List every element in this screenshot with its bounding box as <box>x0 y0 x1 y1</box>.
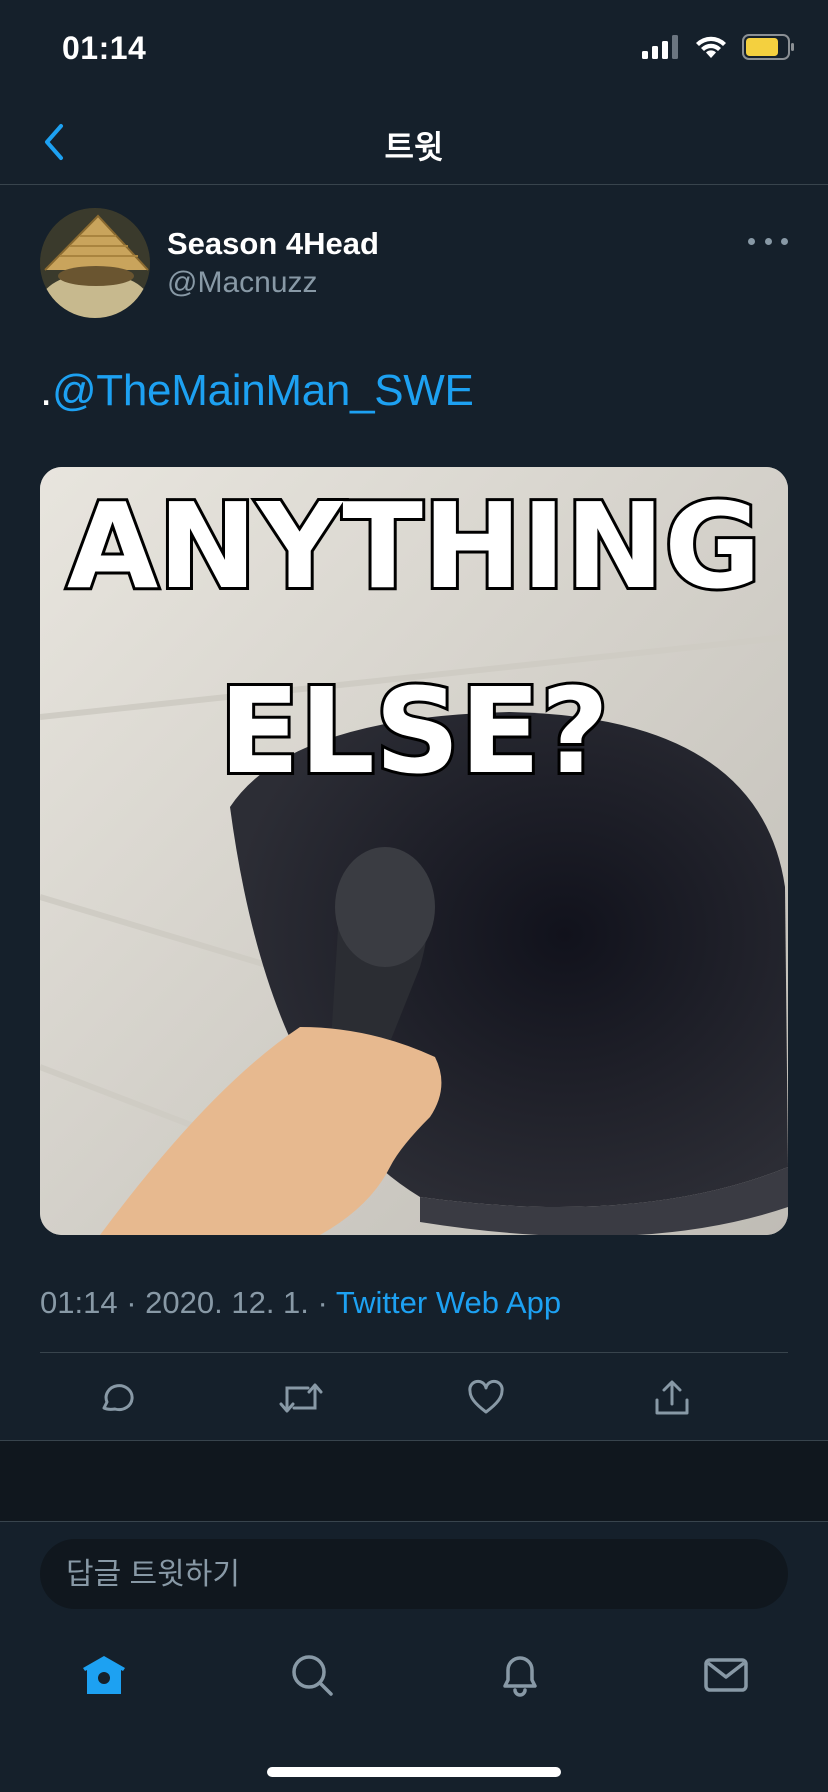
reply-box <box>40 1539 788 1611</box>
page-title: 트윗 <box>384 129 444 165</box>
avatar-image <box>40 208 150 318</box>
author-name[interactable]: Season 4Head <box>167 226 379 262</box>
like-button[interactable] <box>460 1372 512 1424</box>
share-button[interactable] <box>646 1372 698 1424</box>
tweet-actions <box>40 1372 788 1424</box>
wifi-icon <box>696 36 726 58</box>
heart-icon <box>468 1379 504 1414</box>
home-icon <box>83 1656 125 1694</box>
author-handle[interactable]: @Macnuzz <box>167 266 318 300</box>
tweet-date: 2020. 12. 1. <box>145 1285 309 1320</box>
meme-image: ANYTHING ELSE? <box>40 467 788 1235</box>
mention-link[interactable]: @TheMainMan_SWE <box>52 366 474 415</box>
avatar[interactable] <box>40 208 150 318</box>
more-dot-icon <box>764 237 772 245</box>
tab-home[interactable] <box>74 1640 134 1710</box>
meme-line-1: ANYTHING <box>67 477 761 615</box>
divider <box>0 1521 828 1522</box>
status-time: 01:14 <box>62 30 147 66</box>
home-indicator <box>267 1767 561 1777</box>
tweet-text-prefix: . <box>40 366 52 415</box>
more-options-button[interactable] <box>748 226 788 256</box>
share-icon <box>655 1380 689 1415</box>
nav-bar: 트윗 <box>0 100 828 185</box>
tweet-meta: 01:14 · 2020. 12. 1. · Twitter Web App <box>40 1285 561 1321</box>
reply-icon <box>102 1384 134 1412</box>
mail-icon <box>704 1658 748 1692</box>
meme-line-2: ELSE? <box>219 662 609 800</box>
tab-search[interactable] <box>282 1640 342 1710</box>
tab-messages[interactable] <box>696 1640 756 1710</box>
cellular-signal-icon <box>642 35 678 59</box>
status-bar: 01:14 <box>0 0 828 100</box>
tweet-time: 01:14 <box>40 1285 118 1320</box>
retweet-icon <box>279 1383 323 1413</box>
meta-separator: · <box>126 1285 137 1320</box>
divider <box>40 1352 788 1353</box>
retweet-button[interactable] <box>275 1372 327 1424</box>
more-dot-icon <box>781 237 788 245</box>
bell-icon <box>503 1656 537 1697</box>
tab-bar <box>0 1640 828 1710</box>
tweet-media[interactable]: ANYTHING ELSE? <box>40 467 788 1235</box>
battery-icon <box>742 34 794 60</box>
search-icon <box>292 1655 333 1696</box>
section-gap <box>0 1441 828 1521</box>
tab-notifications[interactable] <box>490 1640 550 1710</box>
reply-button[interactable] <box>90 1372 142 1424</box>
more-dot-icon <box>748 237 755 245</box>
meta-separator: · <box>317 1285 328 1320</box>
source-app-link[interactable]: Twitter Web App <box>336 1285 561 1320</box>
status-icons <box>642 34 796 60</box>
reply-input[interactable] <box>64 1539 768 1611</box>
tweet-text: .@TheMainMan_SWE <box>40 366 474 416</box>
